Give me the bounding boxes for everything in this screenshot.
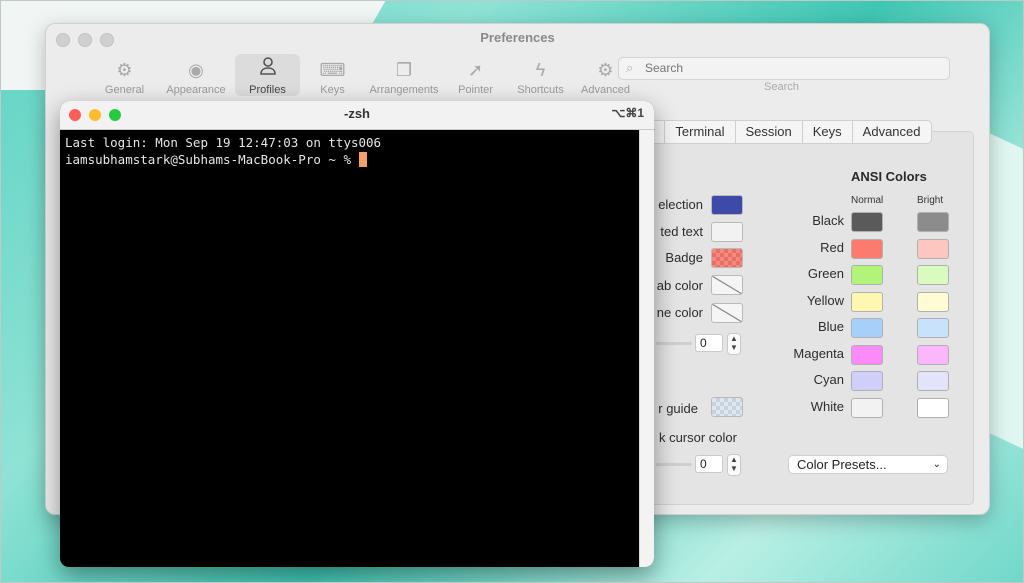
ansi-black-label: Black <box>812 213 844 228</box>
ansi-white-bright-well[interactable] <box>917 397 949 418</box>
scrollbar[interactable] <box>639 130 654 567</box>
ansi-yellow-normal-well[interactable] <box>851 291 883 312</box>
keyboard-icon: ⌨ <box>319 60 346 80</box>
stepper-value-field[interactable]: 0 <box>695 334 723 352</box>
tab-keys[interactable]: Keys <box>801 121 852 143</box>
stepper-value-field[interactable]: 0 <box>695 455 723 473</box>
toolbar-label: Arrangements <box>369 84 439 96</box>
toolbar-label: Appearance <box>166 84 226 96</box>
bright-column-header: Bright <box>917 195 944 206</box>
toolbar-label: Profiles <box>249 84 286 96</box>
underline-color-well[interactable] <box>711 303 743 323</box>
ansi-black-normal-well[interactable] <box>851 212 883 232</box>
toolbar-label: General <box>104 84 145 96</box>
toolbar-pointer[interactable]: ➚ Pointer <box>443 54 508 96</box>
terminal-window[interactable]: -zsh ⌥⌘1 Last login: Mon Sep 19 12:47:03… <box>60 101 654 567</box>
stepper-control[interactable]: ▲ ▼ <box>727 454 741 476</box>
toolbar-arrangements[interactable]: ❐ Arrangements <box>365 54 443 96</box>
toolbar-appearance[interactable]: ◉ Appearance <box>157 54 235 96</box>
toolbar-keys[interactable]: ⌨ Keys <box>300 54 365 96</box>
ansi-green-bright-well[interactable] <box>917 265 949 285</box>
ansi-green-normal-well[interactable] <box>851 265 883 285</box>
ansi-magenta-label: Magenta <box>793 345 844 361</box>
ansi-green-label: Green <box>807 266 844 281</box>
pointer-icon: ➚ <box>467 60 484 80</box>
slider-track[interactable] <box>656 342 692 345</box>
toolbar-label: Shortcuts <box>517 84 564 96</box>
badge-color-well[interactable] <box>711 248 743 268</box>
window-title: Preferences <box>480 30 555 45</box>
ansi-red-bright-well[interactable] <box>917 238 949 259</box>
ansi-black-bright-well[interactable] <box>917 212 949 232</box>
ansi-red-label: Red <box>820 239 844 255</box>
toolbar-label: Keys <box>320 84 345 96</box>
windows-icon: ❐ <box>395 60 413 80</box>
terminal-output[interactable]: Last login: Mon Sep 19 12:47:03 on ttys0… <box>65 134 381 168</box>
ansi-white-label: White <box>810 398 844 414</box>
bolt-icon: ϟ <box>535 60 546 80</box>
color-presets-dropdown[interactable]: Color Presets... ⌄ <box>788 455 948 474</box>
toolbar-profiles[interactable]: Profiles <box>235 54 300 96</box>
ansi-magenta-bright-well[interactable] <box>917 344 949 365</box>
ansi-colors-title: ANSI Colors <box>851 169 927 184</box>
ansi-cyan-label: Cyan <box>813 372 844 387</box>
eye-icon: ◉ <box>188 60 204 80</box>
toolbar-label: Pointer <box>458 84 493 96</box>
search-icon: ⌕ <box>626 60 634 75</box>
gears-icon: ⚙ <box>597 60 614 80</box>
gear-icon: ⚙ <box>116 60 133 80</box>
color-presets-label: Color Presets... <box>797 457 887 472</box>
ansi-blue-label: Blue <box>817 319 844 334</box>
last-login-line: Last login: Mon Sep 19 12:47:03 on ttys0… <box>65 135 382 150</box>
profile-tabs: w Terminal Session Keys Advanced <box>638 120 932 144</box>
text-cursor <box>358 152 367 167</box>
toolbar-general[interactable]: ⚙ General <box>92 54 157 96</box>
ansi-blue-bright-well[interactable] <box>917 318 949 338</box>
ansi-blue-normal-well[interactable] <box>851 318 883 338</box>
search-field[interactable]: ⌕ <box>618 57 950 80</box>
ansi-cyan-bright-well[interactable] <box>917 371 949 391</box>
chevron-down-icon: ⌄ <box>932 459 941 470</box>
ansi-white-normal-well[interactable] <box>851 397 883 418</box>
ansi-red-normal-well[interactable] <box>851 238 883 259</box>
terminal-title: -zsh <box>344 106 370 121</box>
tab-color-well[interactable] <box>711 275 743 295</box>
ansi-cyan-normal-well[interactable] <box>851 371 883 391</box>
preferences-toolbar: ⚙ General ◉ Appearance Profiles ⌨ Keys ❐… <box>92 54 638 96</box>
ansi-yellow-bright-well[interactable] <box>917 291 949 312</box>
toolbar-label: Advanced <box>581 84 630 96</box>
shell-prompt: iamsubhamstark@Subhams-MacBook-Pro ~ % <box>65 152 359 167</box>
stepper-control[interactable]: ▲ ▼ <box>727 333 741 355</box>
selection-color-well[interactable] <box>711 195 743 215</box>
terminal-titlebar[interactable]: -zsh ⌥⌘1 <box>60 101 654 130</box>
search-label: Search <box>764 81 799 93</box>
search-input[interactable] <box>643 60 937 76</box>
guide-color-well[interactable] <box>711 397 743 417</box>
toolbar-shortcuts[interactable]: ϟ Shortcuts <box>508 54 573 96</box>
slider-track[interactable] <box>656 463 692 466</box>
ansi-yellow-label: Yellow <box>806 292 844 308</box>
window-shortcut: ⌥⌘1 <box>611 106 644 120</box>
selected-text-color-well[interactable] <box>711 222 743 242</box>
person-icon <box>258 56 278 80</box>
tab-session[interactable]: Session <box>734 121 802 143</box>
ansi-magenta-normal-well[interactable] <box>851 344 883 365</box>
tab-terminal[interactable]: Terminal <box>664 121 734 143</box>
normal-column-header: Normal <box>851 195 884 206</box>
tab-advanced[interactable]: Advanced <box>851 121 931 143</box>
